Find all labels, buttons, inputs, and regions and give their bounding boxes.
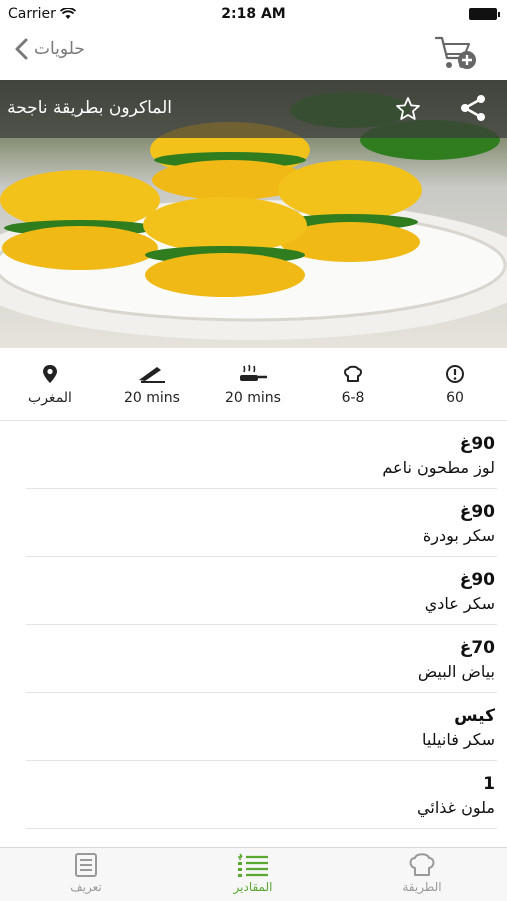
ingredient-item: 90غ لوز مطحون ناعم: [26, 421, 497, 489]
recipe-stats: المغرب 20 mins 20 mins 6-8 60: [0, 350, 507, 421]
ingredient-name: ملون غذائي: [417, 798, 495, 817]
ingredient-name: سكر عادي: [424, 594, 495, 613]
recipe-title: الماكرون بطريقة ناجحة: [7, 98, 172, 118]
back-label: حلويات: [34, 39, 85, 59]
stat-difficulty-value: 60: [446, 390, 464, 406]
ingredient-name: بياض البيض: [417, 662, 495, 681]
tab-ingredients-label: المقادير: [233, 880, 273, 894]
stat-origin: المغرب: [10, 364, 90, 406]
recipe-image: الماكرون بطريقة ناجحة: [0, 80, 507, 348]
tab-description[interactable]: تعريف: [26, 852, 146, 894]
tab-method[interactable]: الطريقة: [362, 852, 482, 894]
stat-origin-value: المغرب: [28, 390, 72, 406]
tab-bar: تعريف المقادير الطريقة: [0, 847, 507, 901]
knife-icon: [139, 367, 165, 383]
ingredient-quantity: 90غ: [459, 502, 495, 522]
status-bar: Carrier 2:18 AM: [0, 0, 507, 28]
ingredient-quantity: 90غ: [459, 434, 495, 454]
ingredient-item: 70غ بياض البيض: [26, 625, 497, 693]
star-icon[interactable]: [395, 96, 421, 122]
pan-icon: [240, 364, 267, 381]
stat-cook-time: 20 mins: [213, 364, 293, 406]
ingredient-name: سكر بودرة: [422, 526, 495, 545]
document-icon: [75, 853, 97, 877]
ingredient-name: لوز مطحون ناعم: [382, 458, 495, 477]
ingredient-item: كيس سكر فانيليا: [26, 693, 497, 761]
ingredients-list: 90غ لوز مطحون ناعم 90غ سكر بودرة 90غ سكر…: [26, 421, 497, 829]
ingredient-item: 90غ سكر بودرة: [26, 489, 497, 557]
ingredient-name: سكر فانيليا: [422, 730, 495, 749]
stat-difficulty: 60: [415, 364, 495, 406]
add-to-cart-icon[interactable]: [433, 32, 477, 74]
navigation-bar: حلويات: [0, 28, 507, 80]
clock: 2:18 AM: [221, 6, 286, 22]
back-button[interactable]: حلويات: [14, 38, 85, 60]
ingredient-quantity: 90غ: [459, 570, 495, 590]
stat-cook-time-value: 20 mins: [225, 390, 281, 406]
stat-prep-time-value: 20 mins: [124, 390, 180, 406]
location-pin-icon: [43, 365, 57, 383]
stat-prep-time: 20 mins: [112, 364, 192, 406]
tab-ingredients[interactable]: المقادير: [193, 852, 313, 894]
tab-description-label: تعريف: [70, 880, 102, 894]
ingredient-quantity: 1: [483, 774, 495, 794]
info-icon: [446, 365, 464, 383]
chef-hat-icon: [344, 365, 362, 382]
chevron-left-icon: [15, 38, 28, 60]
ingredient-item: 90غ سكر عادي: [26, 557, 497, 625]
ingredient-quantity: 70غ: [459, 638, 495, 658]
stat-servings: 6-8: [313, 364, 393, 406]
tab-method-label: الطريقة: [402, 880, 442, 894]
stat-servings-value: 6-8: [341, 390, 365, 406]
battery-icon: [469, 8, 500, 20]
list-icon: [238, 853, 268, 877]
ingredient-item: 1 ملون غذائي: [26, 761, 497, 829]
share-icon[interactable]: [459, 94, 487, 122]
chef-hat-icon: [409, 853, 435, 876]
ingredient-quantity: كيس: [454, 706, 495, 726]
